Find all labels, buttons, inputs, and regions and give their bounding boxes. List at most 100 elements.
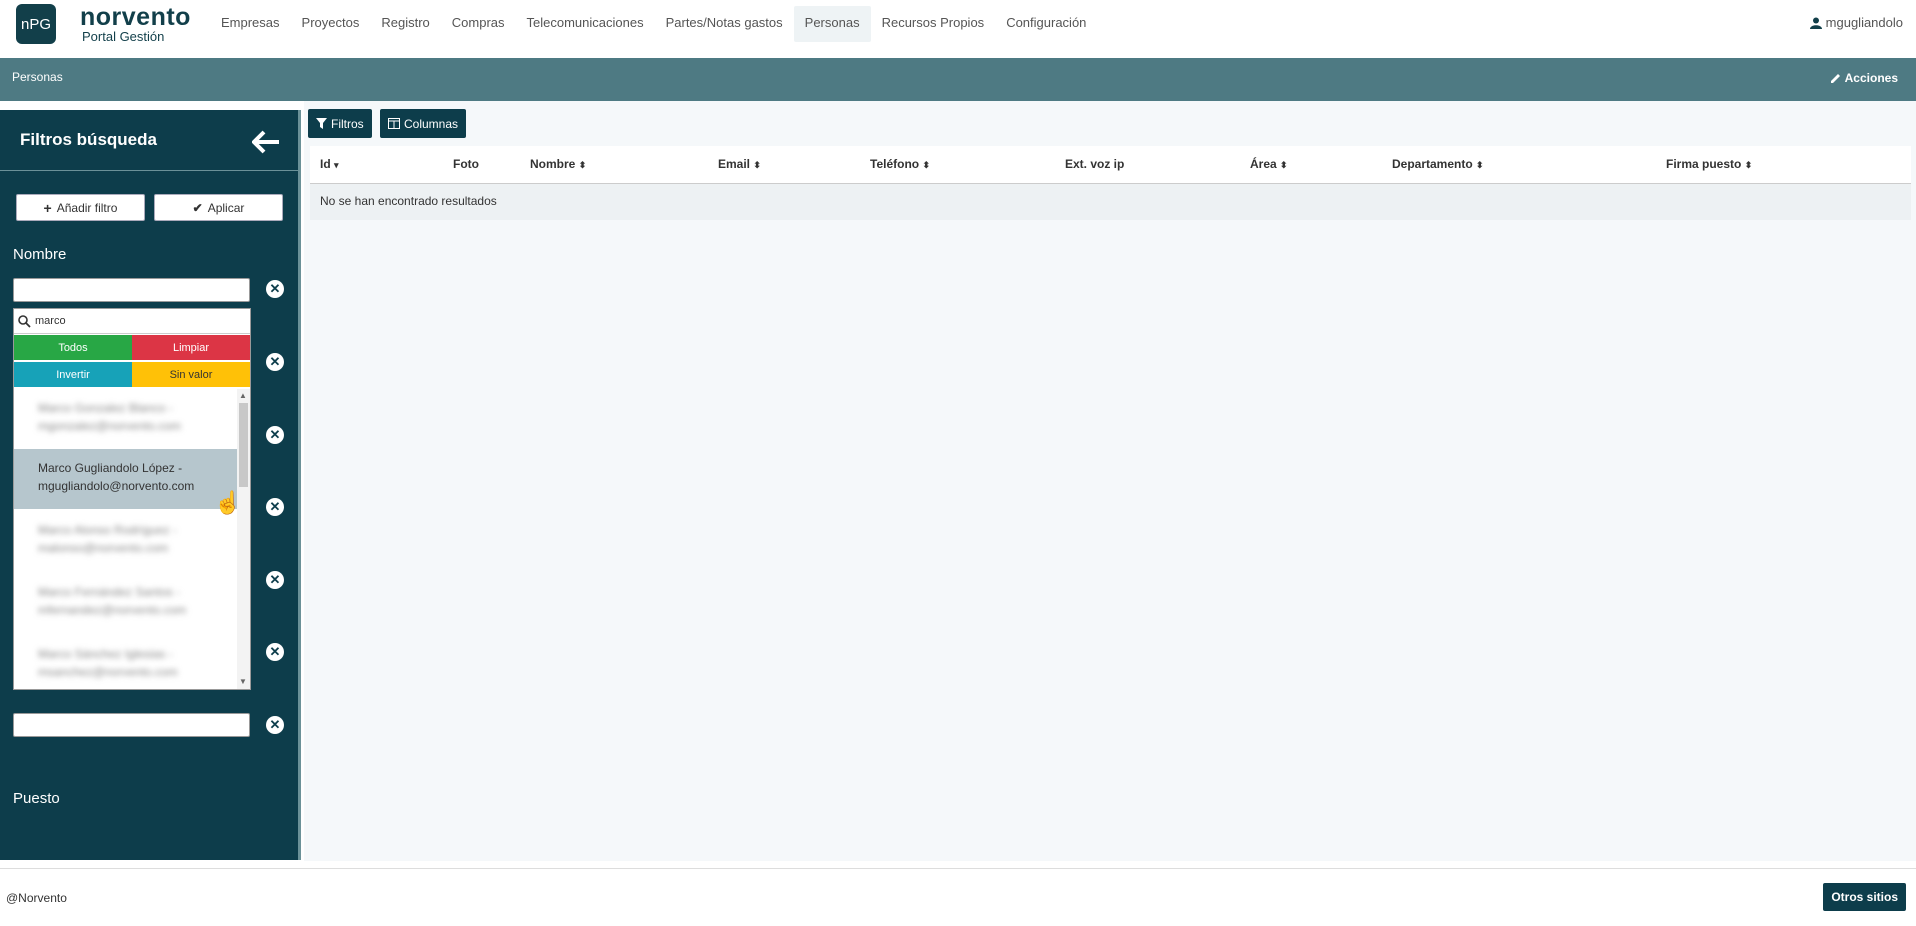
item-name: Marco Sánchez Iglesias - bbox=[38, 647, 173, 661]
table-header: Id ▾ Foto Nombre ⬍ Email ⬍ Teléfono ⬍ Ex… bbox=[310, 146, 1911, 184]
columns-icon bbox=[388, 118, 400, 129]
actions-label: Acciones bbox=[1844, 71, 1898, 85]
dropdown-search-value: marco bbox=[35, 315, 66, 327]
search-icon bbox=[18, 314, 31, 328]
brand-subtitle: Portal Gestión bbox=[82, 29, 165, 44]
nav-proyectos[interactable]: Proyectos bbox=[291, 6, 371, 42]
clear-icon[interactable]: ✕ bbox=[266, 643, 284, 661]
brand-name: norvento bbox=[80, 3, 191, 31]
list-item[interactable]: Marco Sánchez Iglesias - msanchez@norvent… bbox=[14, 635, 237, 689]
user-menu[interactable]: mgugliandolo bbox=[1809, 15, 1903, 30]
col-departamento[interactable]: Departamento ⬍ bbox=[1392, 157, 1484, 171]
sort-icon: ⬍ bbox=[753, 160, 761, 170]
sort-icon: ⬍ bbox=[578, 160, 587, 170]
empty-message: No se han encontrado resultados bbox=[320, 194, 497, 208]
col-foto: Foto bbox=[453, 157, 479, 171]
brand[interactable]: norvento Portal Gestión bbox=[80, 4, 191, 44]
add-filter-label: Añadir filtro bbox=[56, 200, 118, 215]
list-item[interactable]: Marco Gugliandolo López - mgugliandolo@no… bbox=[14, 449, 237, 509]
app-logo[interactable]: nPG bbox=[16, 4, 56, 44]
list-item[interactable]: Marco Fernández Santos - mfernandez@norve… bbox=[14, 573, 237, 633]
col-departamento-label: Departamento bbox=[1392, 157, 1473, 171]
invert-selection-button[interactable]: Invertir bbox=[14, 362, 132, 387]
scroll-thumb[interactable] bbox=[239, 403, 248, 487]
list-item[interactable]: Marco Gonzalez Blanco - mgonzalez@norvent… bbox=[14, 389, 237, 449]
clear-icon[interactable]: ✕ bbox=[266, 353, 284, 371]
col-ext-label: Ext. voz ip bbox=[1065, 157, 1125, 171]
main-content: Filtros Columnas Id ▾ Foto Nombre ⬍ Emai… bbox=[304, 101, 1916, 861]
clear-icon[interactable]: ✕ bbox=[266, 280, 284, 298]
dropdown-list: Marco Gonzalez Blanco - mgonzalez@norvent… bbox=[14, 389, 237, 689]
col-area[interactable]: Área ⬍ bbox=[1250, 157, 1288, 171]
scroll-down-icon[interactable]: ▼ bbox=[239, 677, 247, 686]
user-name: mgugliandolo bbox=[1825, 15, 1903, 30]
col-nombre-label: Nombre bbox=[530, 157, 576, 171]
nav-personas[interactable]: Personas bbox=[793, 6, 871, 42]
clear-icon[interactable]: ✕ bbox=[266, 571, 284, 589]
nav-compras[interactable]: Compras bbox=[441, 6, 516, 42]
sort-icon: ⬍ bbox=[1744, 160, 1753, 170]
columns-label: Columnas bbox=[404, 116, 459, 131]
actions-button[interactable]: Acciones bbox=[1830, 71, 1898, 85]
table-empty-row: No se han encontrado resultados bbox=[310, 184, 1911, 220]
col-area-label: Área bbox=[1250, 157, 1277, 171]
clear-icon[interactable]: ✕ bbox=[266, 426, 284, 444]
dropdown-scrollbar[interactable]: ▲ ▼ bbox=[237, 389, 250, 689]
col-email-label: Email bbox=[718, 157, 751, 171]
col-firma-label: Firma puesto bbox=[1666, 157, 1742, 171]
pencil-icon bbox=[1830, 73, 1840, 83]
other-sites-button[interactable]: Otros sitios bbox=[1823, 883, 1906, 911]
item-name: Marco Gonzalez Blanco - bbox=[38, 401, 173, 415]
filters-label: Filtros bbox=[331, 116, 364, 131]
col-telefono[interactable]: Teléfono ⬍ bbox=[870, 157, 930, 171]
sort-desc-icon: ▾ bbox=[334, 160, 339, 170]
item-email: mfernandez@norvento.com bbox=[38, 603, 187, 617]
col-id[interactable]: Id ▾ bbox=[320, 157, 339, 171]
hand-cursor-icon: ☝ bbox=[214, 490, 242, 515]
logo-text: nPG bbox=[20, 15, 51, 33]
dropdown-search[interactable]: marco bbox=[14, 309, 250, 334]
clear-icon[interactable]: ✕ bbox=[266, 716, 284, 734]
top-navbar: nPG norvento Portal Gestión Empresas Pro… bbox=[0, 0, 1916, 58]
puesto-label: Puesto bbox=[13, 790, 60, 807]
clear-selection-button[interactable]: Limpiar bbox=[132, 335, 250, 360]
nav-recursos-propios[interactable]: Recursos Propios bbox=[871, 6, 996, 42]
col-foto-label: Foto bbox=[453, 157, 479, 171]
item-email: mgonzalez@norvento.com bbox=[38, 419, 181, 433]
nombre-label: Nombre bbox=[13, 246, 67, 263]
clear-icon[interactable]: ✕ bbox=[266, 498, 284, 516]
arrow-left-icon[interactable] bbox=[251, 130, 280, 157]
item-name: Marco Gugliandolo López - bbox=[38, 461, 183, 475]
item-name: Marco Alonso Rodríguez - bbox=[38, 523, 177, 537]
item-email: msanchez@norvento.com bbox=[38, 665, 178, 679]
copyright: @Norvento bbox=[6, 891, 67, 905]
nav-configuracion[interactable]: Configuración bbox=[995, 6, 1097, 42]
item-name: Marco Fernández Santos - bbox=[38, 585, 181, 599]
nav-partes-notas-gastos[interactable]: Partes/Notas gastos bbox=[655, 6, 794, 42]
nav-empresas[interactable]: Empresas bbox=[210, 6, 291, 42]
col-nombre[interactable]: Nombre ⬍ bbox=[530, 157, 586, 171]
nav-telecomunicaciones[interactable]: Telecomunicaciones bbox=[516, 6, 655, 42]
col-ext-voz-ip: Ext. voz ip bbox=[1065, 157, 1124, 171]
filter-icon bbox=[316, 118, 327, 129]
sort-icon: ⬍ bbox=[1476, 160, 1484, 170]
col-email[interactable]: Email ⬍ bbox=[718, 157, 761, 171]
col-firma-puesto[interactable]: Firma puesto ⬍ bbox=[1666, 157, 1752, 171]
select-all-button[interactable]: Todos bbox=[14, 335, 132, 360]
puesto-input[interactable] bbox=[13, 713, 250, 737]
main-nav: Empresas Proyectos Registro Compras Tele… bbox=[210, 6, 1097, 42]
nombre-input[interactable] bbox=[13, 278, 250, 302]
filters-button[interactable]: Filtros bbox=[308, 109, 372, 138]
item-email: mgugliandolo@norvento.com bbox=[38, 479, 195, 493]
columns-button[interactable]: Columnas bbox=[380, 109, 467, 138]
add-filter-button[interactable]: + Añadir filtro bbox=[16, 194, 145, 221]
apply-label: Aplicar bbox=[207, 200, 245, 215]
apply-button[interactable]: ✔ Aplicar bbox=[154, 194, 283, 221]
check-icon: ✔ bbox=[192, 200, 203, 215]
sort-icon: ⬍ bbox=[1280, 160, 1288, 170]
item-email: malonso@norvento.com bbox=[38, 541, 169, 555]
no-value-button[interactable]: Sin valor bbox=[132, 362, 250, 387]
scroll-up-icon[interactable]: ▲ bbox=[239, 391, 247, 400]
nav-registro[interactable]: Registro bbox=[370, 6, 440, 42]
list-item[interactable]: Marco Alonso Rodríguez - malonso@norvento… bbox=[14, 511, 237, 571]
